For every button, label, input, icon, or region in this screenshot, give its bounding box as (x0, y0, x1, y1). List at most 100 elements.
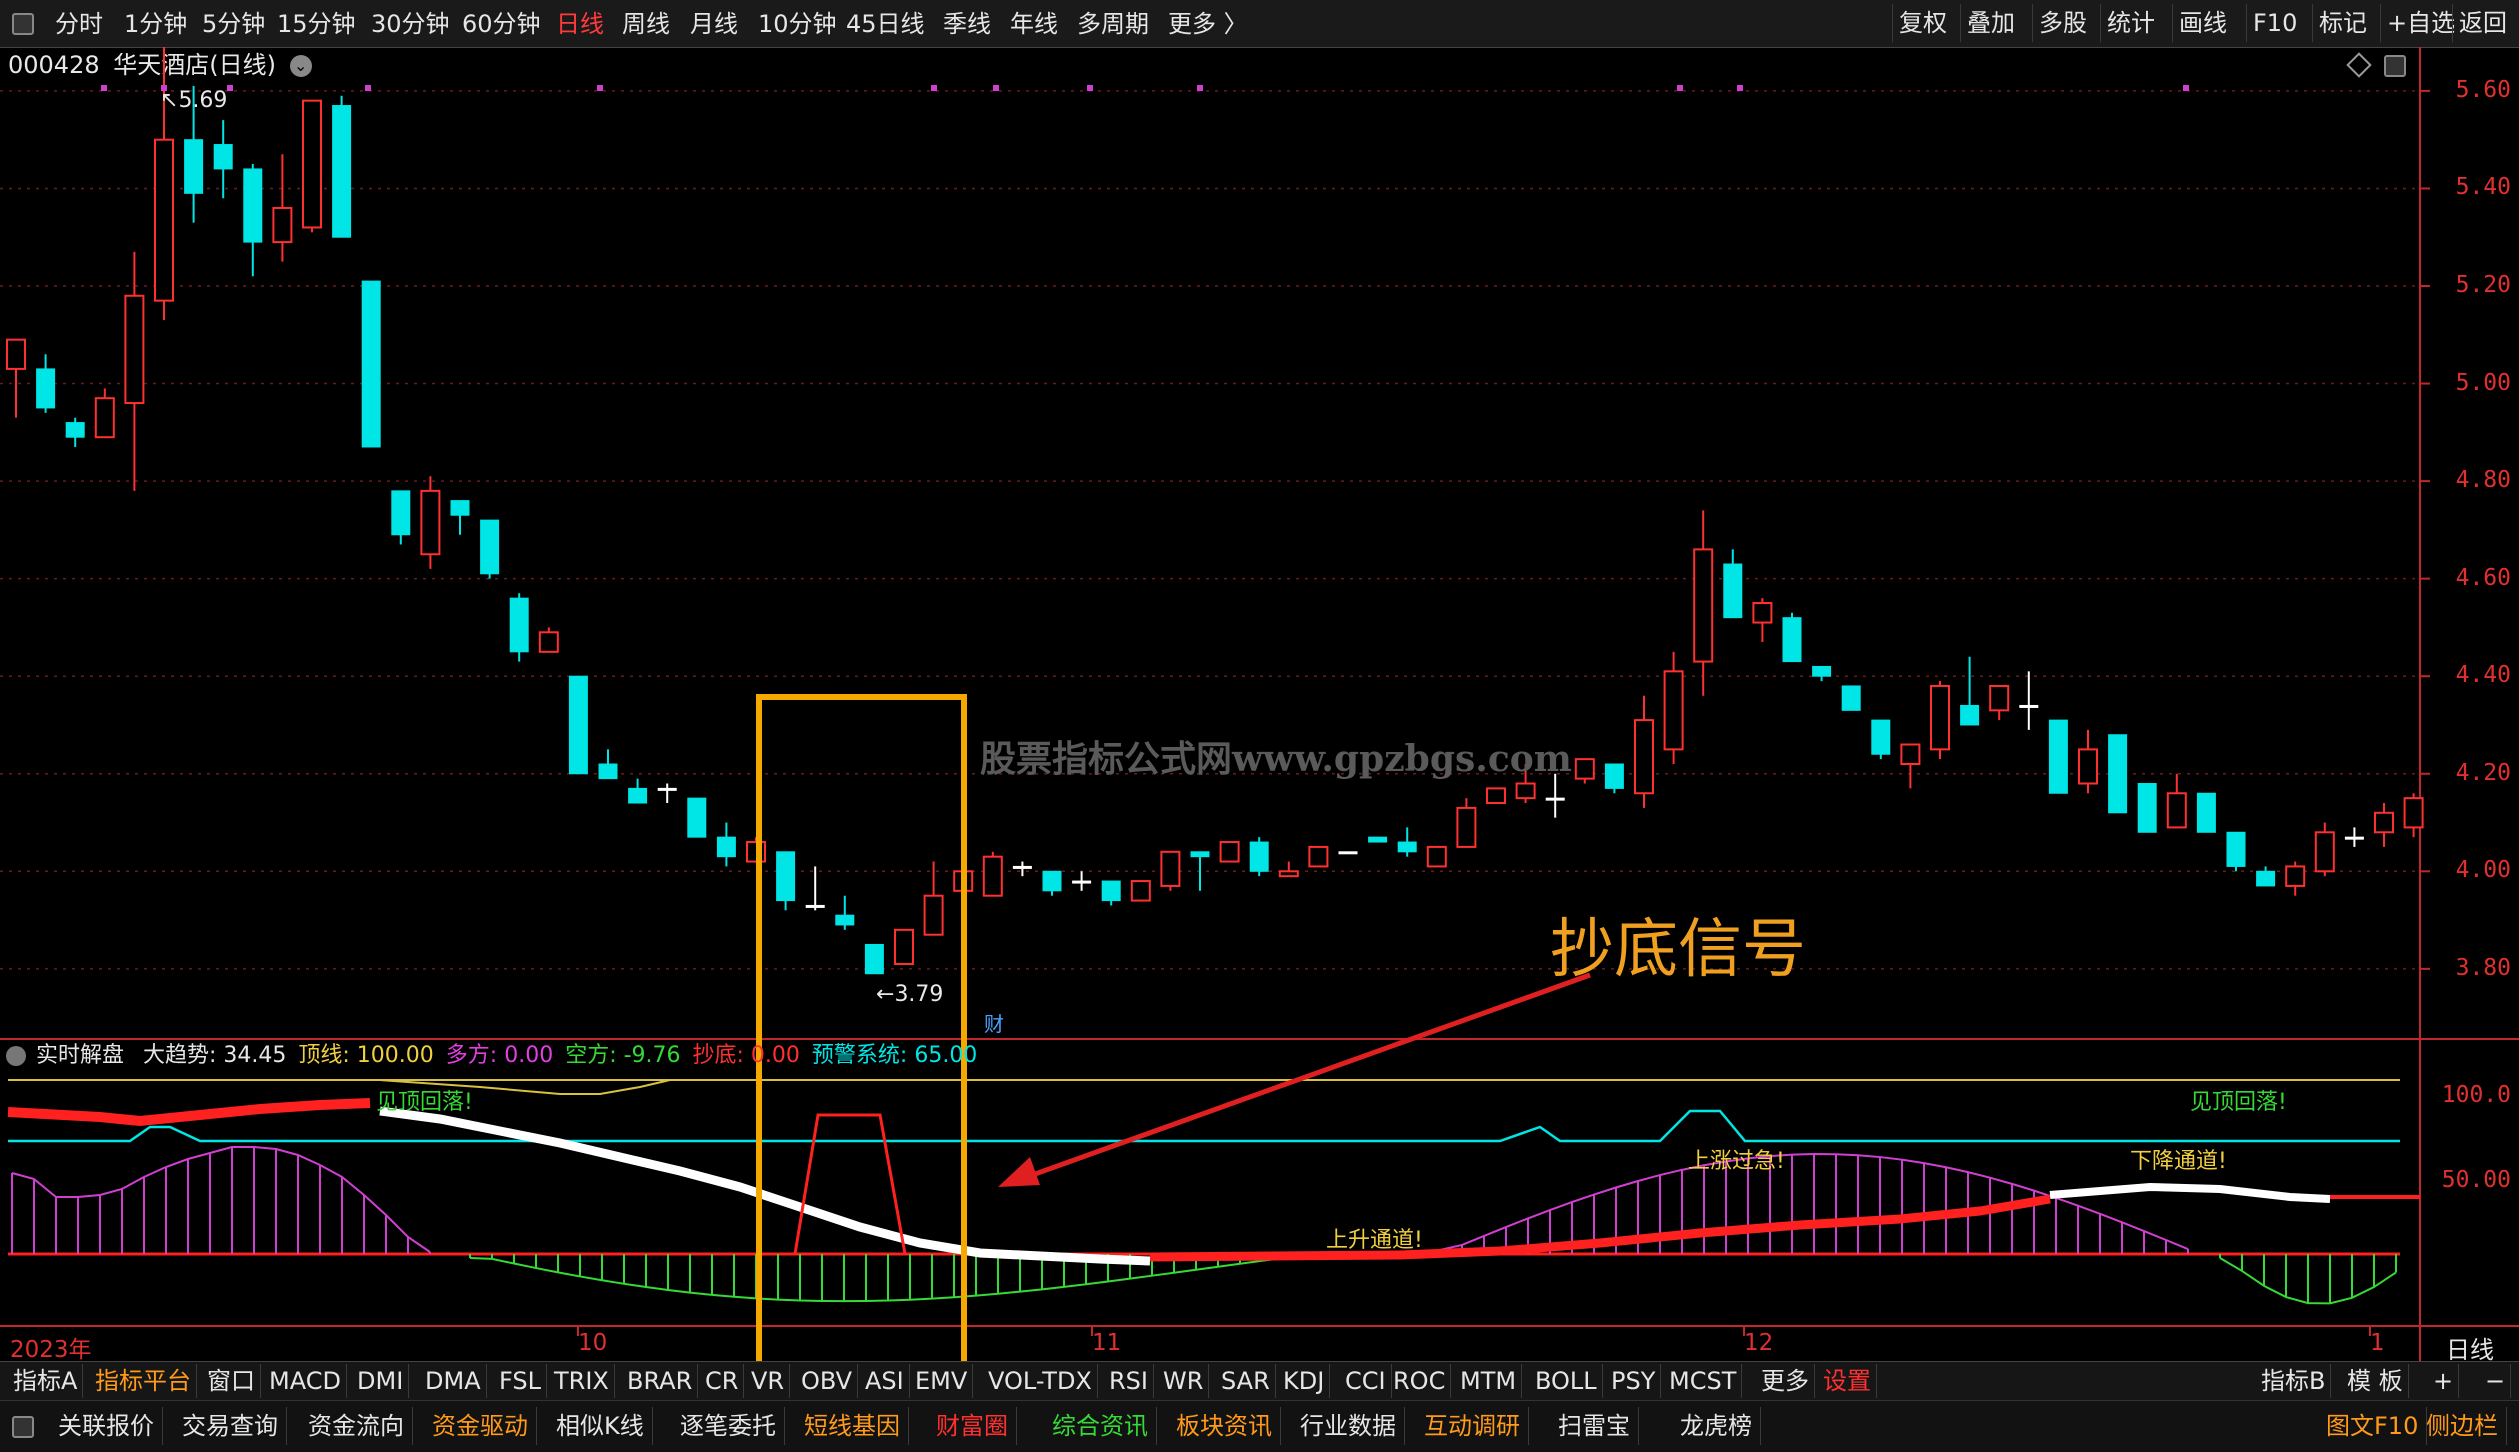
indicator-tab-1[interactable]: 指标平台 (90, 1364, 197, 1398)
candle-up[interactable] (1219, 841, 1240, 863)
event-dot[interactable] (101, 85, 107, 91)
candle-up[interactable] (1634, 719, 1654, 795)
candle-up[interactable] (2314, 831, 2335, 873)
period-tab-11[interactable]: 季线 (943, 6, 991, 42)
event-dot[interactable] (365, 85, 371, 91)
candle-down[interactable] (835, 914, 855, 926)
event-dot[interactable] (993, 85, 999, 91)
list-icon[interactable] (12, 1416, 34, 1438)
function-tab-5[interactable]: 逐笔委托 (672, 1407, 785, 1445)
finance-badge[interactable]: 财 (984, 1008, 1004, 1037)
candle-down[interactable] (332, 105, 352, 238)
period-tab-12[interactable]: 年线 (1010, 6, 1058, 42)
toolbar-btn-8[interactable]: 返回 (2452, 4, 2513, 42)
candle-up[interactable] (154, 138, 174, 302)
candle-up[interactable] (124, 294, 145, 405)
function-tab-0[interactable]: 关联报价 (50, 1407, 163, 1445)
candle-doji[interactable] (805, 904, 825, 908)
event-dot[interactable] (1677, 85, 1683, 91)
candle-doji[interactable] (657, 787, 677, 791)
indicator-tab-24[interactable]: MCST (1664, 1364, 1743, 1398)
function-right-tab-1[interactable]: 侧边栏 (2418, 1407, 2507, 1445)
candle-up[interactable] (1930, 684, 1950, 751)
indicator-tab-8[interactable]: BRAR (622, 1364, 699, 1398)
candle-up[interactable] (302, 99, 322, 229)
period-tab-14[interactable]: 更多 〉 (1168, 6, 1248, 42)
indicator-tab-25[interactable]: 更多 (1756, 1364, 1815, 1398)
candle-doji[interactable] (1072, 880, 1092, 884)
toolbar-btn-4[interactable]: 画线 (2172, 4, 2233, 42)
candle-doji[interactable] (1012, 865, 1032, 869)
candle-up[interactable] (923, 894, 944, 936)
candle-down[interactable] (184, 139, 204, 194)
function-tab-4[interactable]: 相似K线 (548, 1407, 653, 1445)
candle-doji[interactable] (1545, 797, 1565, 801)
candle-down[interactable] (1723, 563, 1743, 619)
candle-up[interactable] (1989, 684, 2010, 712)
candle-up[interactable] (1900, 743, 1921, 766)
function-tab-11[interactable]: 互动调研 (1416, 1407, 1529, 1445)
toolbar-btn-3[interactable]: 统计 (2100, 4, 2161, 42)
indicator-tab-3[interactable]: MACD (264, 1364, 347, 1398)
candle-down[interactable] (1397, 841, 1417, 853)
candle-doji[interactable] (1338, 851, 1358, 855)
function-tab-1[interactable]: 交易查询 (174, 1407, 287, 1445)
candle-up[interactable] (94, 397, 115, 439)
candle-up[interactable] (1486, 787, 1506, 805)
candle-down[interactable] (2048, 719, 2068, 794)
candle-down[interactable] (716, 836, 736, 858)
candle-up[interactable] (1278, 870, 1299, 878)
candle-down[interactable] (2256, 870, 2276, 887)
candle-up[interactable] (2166, 792, 2187, 829)
candle-up[interactable] (1693, 548, 1714, 663)
period-tab-5[interactable]: 60分钟 (462, 6, 541, 42)
event-dot[interactable] (1087, 85, 1093, 91)
function-tab-6[interactable]: 短线基因 (796, 1407, 909, 1445)
candle-up[interactable] (2403, 797, 2424, 829)
candle-up[interactable] (2078, 748, 2098, 785)
indicator-right-tab-1[interactable]: 模 板 (2342, 1364, 2409, 1398)
function-tab-7[interactable]: 财富圈 (928, 1407, 1017, 1445)
indicator-tab-16[interactable]: WR (1158, 1364, 1210, 1398)
candle-up[interactable] (1515, 782, 1536, 800)
period-tab-4[interactable]: 30分钟 (371, 6, 450, 42)
candle-down[interactable] (1249, 841, 1269, 872)
candle-up[interactable] (1663, 670, 1684, 751)
indicator-tab-17[interactable]: SAR (1216, 1364, 1276, 1398)
candle-up[interactable] (6, 338, 26, 370)
indicator-tab-21[interactable]: MTM (1455, 1364, 1523, 1398)
candle-up[interactable] (1160, 850, 1181, 887)
indicator-tab-14[interactable]: VOL-TDX (983, 1364, 1098, 1398)
candle-up[interactable] (1308, 845, 1329, 868)
candle-down[interactable] (568, 675, 588, 775)
candle-up[interactable] (538, 631, 559, 653)
candle-down[interactable] (864, 943, 884, 975)
candle-down[interactable] (2226, 831, 2246, 867)
candle-up[interactable] (1426, 845, 1447, 868)
candle-down[interactable] (1841, 685, 1861, 711)
indicator-tab-6[interactable]: FSL (494, 1364, 547, 1398)
indicator-tab-20[interactable]: ROC (1388, 1364, 1452, 1398)
event-dot[interactable] (931, 85, 937, 91)
candle-down[interactable] (480, 519, 500, 575)
period-tab-8[interactable]: 月线 (690, 6, 738, 42)
candle-down[interactable] (687, 797, 707, 838)
candle-down[interactable] (1960, 704, 1980, 726)
period-tab-10[interactable]: 45日线 (846, 6, 925, 42)
candle-down[interactable] (391, 490, 411, 536)
candle-down[interactable] (1782, 617, 1802, 663)
candle-down[interactable] (1042, 870, 1062, 892)
toolbar-btn-0[interactable]: 复权 (1892, 4, 1953, 42)
candle-up[interactable] (2374, 811, 2394, 834)
candle-down[interactable] (776, 851, 796, 902)
indicator-tab-22[interactable]: BOLL (1530, 1364, 1603, 1398)
indicator-tab-9[interactable]: CR (700, 1364, 745, 1398)
candle-down[interactable] (628, 787, 648, 804)
period-tab-1[interactable]: 1分钟 (124, 6, 187, 42)
indicator-right-tab-3[interactable]: − (2480, 1364, 2512, 1398)
candle-down[interactable] (1812, 665, 1832, 677)
toolbar-btn-1[interactable]: 叠加 (1960, 4, 2021, 42)
indicator-tab-10[interactable]: VR (746, 1364, 791, 1398)
candle-doji[interactable] (2019, 704, 2039, 708)
candle-up[interactable] (420, 489, 441, 556)
